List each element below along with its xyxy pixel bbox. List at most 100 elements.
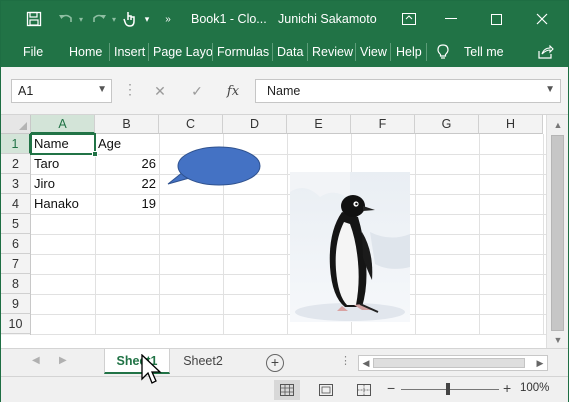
- gridline: [31, 274, 546, 275]
- maximize-icon[interactable]: [478, 5, 514, 33]
- horizontal-scrollbar[interactable]: ◀ ▶: [358, 355, 548, 371]
- undo-dropdown-icon[interactable]: ▾: [76, 9, 86, 29]
- tab-formulas[interactable]: Formulas: [217, 45, 269, 59]
- cell-a3[interactable]: Jiro: [34, 174, 92, 194]
- column-header-e[interactable]: E: [287, 115, 351, 134]
- zoom-in-icon[interactable]: +: [503, 380, 511, 396]
- fill-handle[interactable]: [92, 151, 98, 157]
- cancel-entry-icon[interactable]: ✕: [149, 80, 171, 102]
- expand-formula-bar-icon[interactable]: ▼: [545, 84, 555, 95]
- zoom-level[interactable]: 100%: [520, 382, 549, 394]
- undo-icon[interactable]: [56, 9, 76, 29]
- cell-a4[interactable]: Hanako: [34, 194, 92, 214]
- column-header-a[interactable]: A: [31, 115, 95, 134]
- gridline: [159, 134, 160, 335]
- menu-divider: [148, 43, 149, 61]
- column-header-d[interactable]: D: [223, 115, 287, 134]
- spreadsheet-grid[interactable]: A B C D E F G H 1 2 3 4 5 6 7 8 9 10 11: [1, 115, 546, 335]
- row-header-11[interactable]: 11: [1, 334, 31, 335]
- tab-data[interactable]: Data: [277, 45, 303, 59]
- ribbon-display-options-icon[interactable]: [391, 5, 427, 33]
- gridline: [479, 134, 480, 335]
- menu-divider: [307, 43, 308, 61]
- sheet-tab-sheet2[interactable]: Sheet2: [171, 349, 235, 374]
- zoom-slider-thumb[interactable]: [446, 383, 450, 395]
- scroll-down-icon[interactable]: ▼: [552, 334, 564, 346]
- gridline: [543, 134, 544, 335]
- formula-input[interactable]: Name ▼: [255, 79, 561, 103]
- menu-divider: [212, 43, 213, 61]
- column-header-h[interactable]: H: [479, 115, 543, 134]
- row-header-7[interactable]: 7: [1, 254, 31, 274]
- cell-b2[interactable]: 26: [98, 154, 156, 174]
- vertical-dots-icon[interactable]: ⋮: [340, 354, 351, 367]
- scroll-up-icon[interactable]: ▲: [552, 119, 564, 131]
- column-header-c[interactable]: C: [159, 115, 223, 134]
- cell-b4[interactable]: 19: [98, 194, 156, 214]
- active-cell-border: [30, 133, 96, 155]
- row-header-5[interactable]: 5: [1, 214, 31, 234]
- tab-help[interactable]: Help: [396, 45, 422, 59]
- tab-page-layout[interactable]: Page Layo: [153, 45, 213, 59]
- column-header-f[interactable]: F: [351, 115, 415, 134]
- close-icon[interactable]: [524, 5, 560, 33]
- vertical-scroll-thumb[interactable]: [551, 135, 564, 331]
- cell-b1[interactable]: Age: [98, 134, 156, 154]
- name-box-value: A1: [18, 84, 34, 98]
- penguin-picture[interactable]: [290, 172, 410, 322]
- mouse-cursor-icon: [141, 354, 162, 384]
- menu-divider: [355, 43, 356, 61]
- user-name[interactable]: Junichi Sakamoto: [278, 12, 377, 26]
- row-header-3[interactable]: 3: [1, 174, 31, 194]
- tab-file[interactable]: File: [23, 45, 43, 59]
- row-header-10[interactable]: 10: [1, 314, 31, 334]
- row-header-8[interactable]: 8: [1, 274, 31, 294]
- name-box[interactable]: A1 ▼: [11, 79, 112, 103]
- horizontal-scroll-thumb[interactable]: [373, 358, 525, 368]
- insert-function-icon[interactable]: fx: [222, 80, 244, 102]
- tab-insert[interactable]: Insert: [114, 45, 145, 59]
- row-header-4[interactable]: 4: [1, 194, 31, 214]
- prev-sheet-icon[interactable]: ◀: [32, 355, 40, 366]
- tab-view[interactable]: View: [360, 45, 387, 59]
- tell-me-search[interactable]: Tell me: [464, 45, 504, 59]
- cell-b3[interactable]: 22: [98, 174, 156, 194]
- minimize-icon[interactable]: [433, 5, 469, 33]
- confirm-entry-icon[interactable]: ✓: [186, 80, 208, 102]
- vertical-dots-icon: ⋮: [123, 81, 137, 97]
- zoom-out-icon[interactable]: −: [387, 380, 395, 396]
- touch-mode-icon[interactable]: [119, 9, 141, 29]
- gridline: [31, 314, 546, 315]
- scroll-right-icon[interactable]: ▶: [534, 357, 546, 369]
- scroll-left-icon[interactable]: ◀: [360, 357, 372, 369]
- row-header-2[interactable]: 2: [1, 154, 31, 174]
- row-header-9[interactable]: 9: [1, 294, 31, 314]
- menu-divider: [272, 43, 273, 61]
- customize-qat-icon[interactable]: ▾: [141, 9, 153, 29]
- column-header-b[interactable]: B: [95, 115, 159, 134]
- row-header-1[interactable]: 1: [1, 134, 31, 154]
- select-all-button[interactable]: [1, 115, 31, 134]
- page-layout-view-icon[interactable]: [313, 380, 339, 400]
- normal-view-icon[interactable]: [274, 380, 300, 400]
- share-icon[interactable]: [537, 43, 555, 61]
- column-header-g[interactable]: G: [415, 115, 479, 134]
- gridline: [287, 134, 288, 335]
- vertical-scrollbar[interactable]: ▲ ▼: [546, 115, 568, 348]
- lightbulb-icon[interactable]: [434, 43, 452, 61]
- cell-a2[interactable]: Taro: [34, 154, 92, 174]
- formula-content: Name: [267, 84, 301, 98]
- zoom-slider-track[interactable]: [401, 389, 499, 390]
- next-sheet-icon[interactable]: ▶: [59, 355, 67, 366]
- chevron-down-icon[interactable]: ▼: [97, 84, 107, 95]
- more-commands-icon[interactable]: »: [161, 9, 175, 29]
- save-icon[interactable]: [23, 9, 45, 29]
- redo-icon[interactable]: [89, 9, 109, 29]
- row-header-6[interactable]: 6: [1, 234, 31, 254]
- speech-bubble-shape[interactable]: [166, 143, 266, 191]
- tab-home[interactable]: Home: [69, 45, 102, 59]
- tab-review[interactable]: Review: [312, 45, 353, 59]
- redo-dropdown-icon[interactable]: ▾: [109, 9, 119, 29]
- add-sheet-icon[interactable]: +: [266, 354, 284, 372]
- page-break-preview-icon[interactable]: [351, 380, 377, 400]
